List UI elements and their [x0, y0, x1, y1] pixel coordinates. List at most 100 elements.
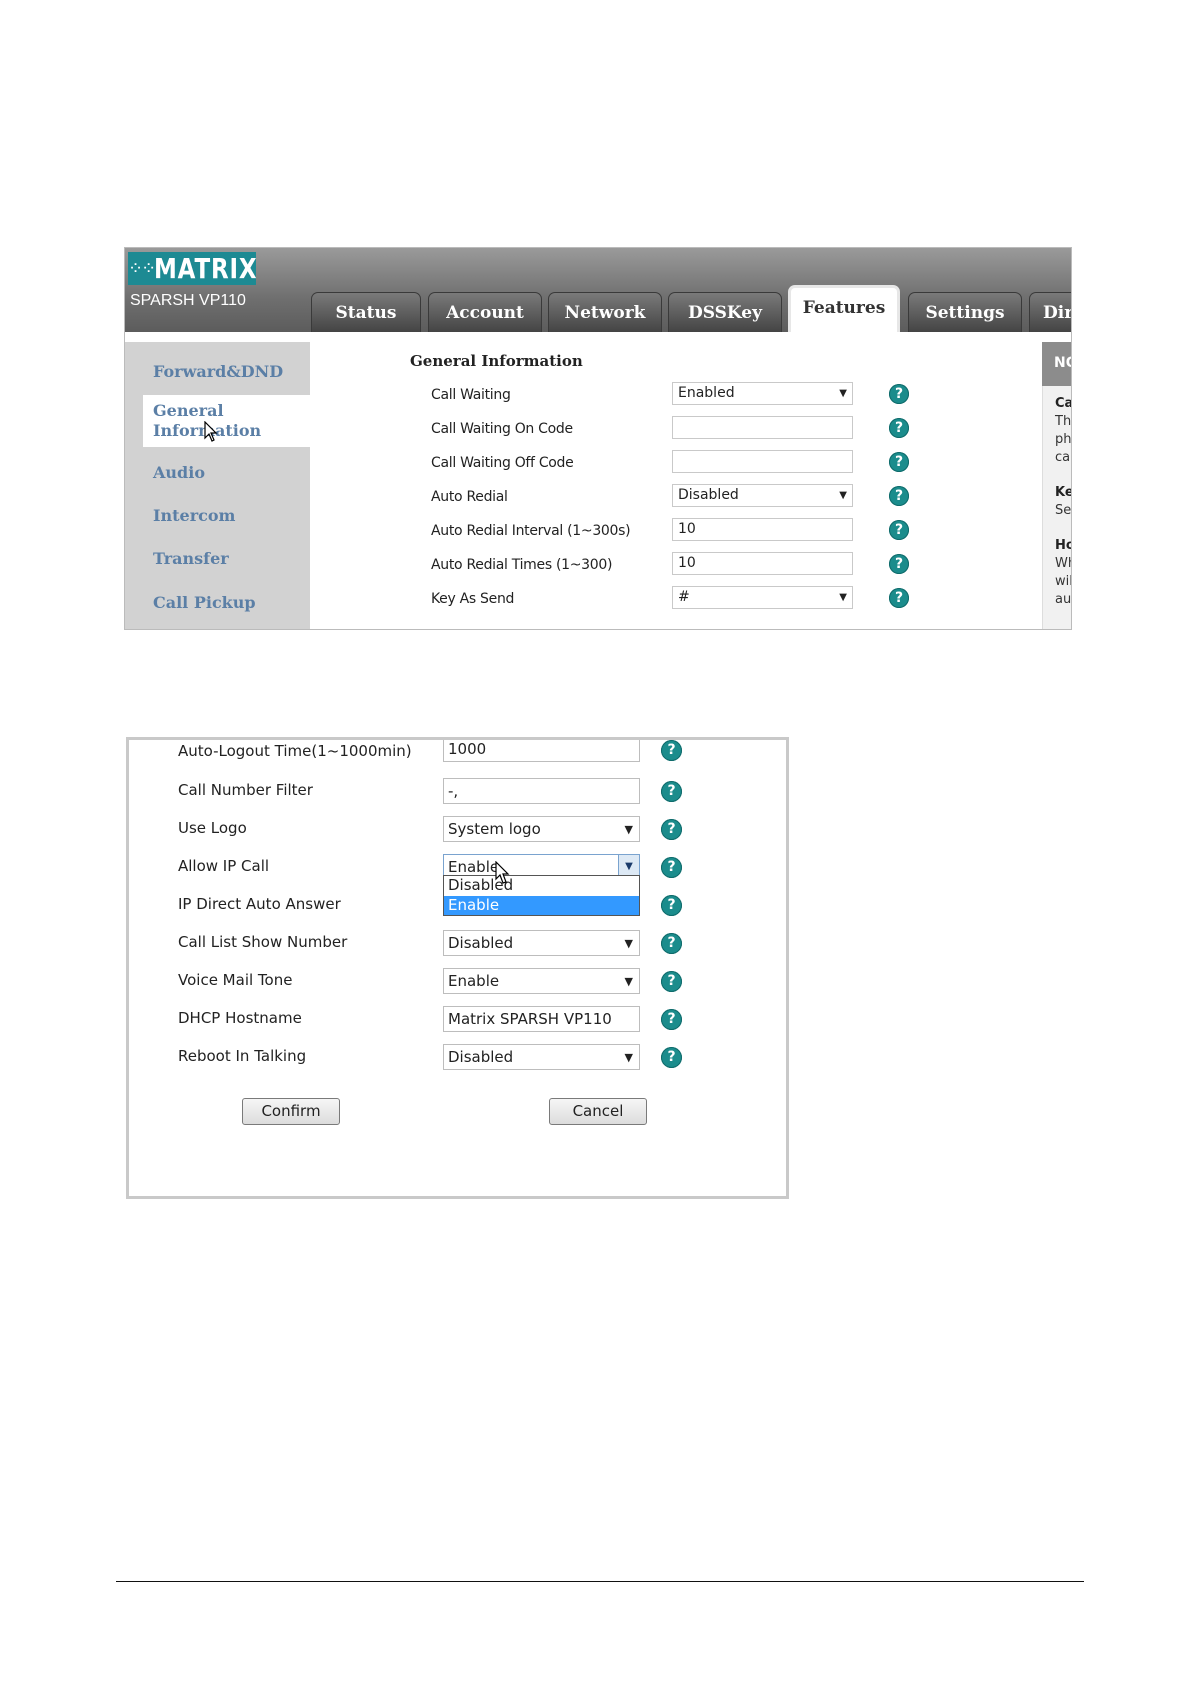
dropdown-option-disabled[interactable]: Disabled: [444, 876, 639, 895]
question-icon[interactable]: ?: [661, 819, 682, 840]
chevron-down-icon: ▼: [624, 937, 633, 950]
field-row-call-waiting: Call Waiting Enabled ▼ ?: [310, 382, 1000, 412]
web-ui-screenshot-general-information: ⁘⁘ MATRIX SPARSH VP110 Status Account Ne…: [124, 247, 1072, 630]
tab-features[interactable]: Features: [788, 285, 900, 332]
question-icon[interactable]: ?: [889, 418, 909, 438]
question-icon[interactable]: ?: [661, 740, 682, 761]
select-value: #: [678, 589, 690, 605]
call-list-show-number-select[interactable]: Disabled ▼: [443, 930, 640, 956]
note-text: will: [1055, 574, 1071, 589]
auto-redial-interval-input[interactable]: 10: [672, 518, 853, 541]
note-text: Sel: [1055, 503, 1072, 518]
field-label: Allow IP Call: [178, 857, 270, 875]
question-icon[interactable]: ?: [661, 1047, 682, 1068]
tab-account[interactable]: Account: [428, 292, 542, 332]
section-title: General Information: [410, 352, 583, 370]
note-text: Ho: [1055, 538, 1071, 553]
field-label: Auto Redial Interval (1~300s): [431, 523, 631, 539]
sidebar-item-general-information[interactable]: General Information: [143, 395, 310, 447]
field-label: Auto Redial: [431, 489, 508, 505]
key-as-send-select[interactable]: # ▼: [672, 586, 853, 609]
field-label: Auto Redial Times (1~300): [431, 557, 613, 573]
header-bar: ⁘⁘ MATRIX SPARSH VP110 Status Account Ne…: [125, 248, 1071, 332]
question-icon[interactable]: ?: [661, 933, 682, 954]
cancel-button[interactable]: Cancel: [549, 1098, 647, 1125]
chevron-down-icon: ▼: [839, 592, 847, 603]
field-label: Call Number Filter: [178, 781, 313, 799]
chevron-down-icon: ▼: [624, 823, 633, 836]
sidebar-item-label-line2: Information: [153, 421, 310, 441]
question-icon[interactable]: ?: [661, 781, 682, 802]
chevron-down-icon: ▼: [624, 975, 633, 988]
field-label: DHCP Hostname: [178, 1009, 302, 1027]
dropdown-option-enable[interactable]: Enable: [444, 896, 639, 915]
field-label: Call List Show Number: [178, 933, 348, 951]
auto-logout-time-input[interactable]: 1000: [443, 740, 640, 762]
tab-dsskey[interactable]: DSSKey: [668, 292, 782, 332]
field-row-use-logo: Use Logo System logo ▼ ?: [129, 816, 786, 854]
tab-directory[interactable]: Dir: [1029, 292, 1071, 332]
field-label: Call Waiting Off Code: [431, 455, 574, 471]
question-icon[interactable]: ?: [889, 384, 909, 404]
select-value: Enable: [448, 858, 500, 876]
call-waiting-off-code-input[interactable]: [672, 450, 853, 473]
chevron-down-icon: ▼: [839, 388, 847, 399]
field-row-call-list-show-number: Call List Show Number Disabled ▼ ?: [129, 930, 786, 968]
question-icon[interactable]: ?: [661, 971, 682, 992]
logo-dots-icon: ⁘⁘: [128, 258, 156, 279]
chevron-down-icon: ▼: [624, 1051, 633, 1064]
question-icon[interactable]: ?: [661, 1009, 682, 1030]
field-row-auto-logout-time: Auto-Logout Time(1~1000min) 1000 ?: [129, 740, 786, 778]
sidebar-item-transfer[interactable]: Transfer: [153, 549, 229, 568]
call-number-filter-input[interactable]: -,: [443, 778, 640, 804]
call-waiting-select[interactable]: Enabled ▼: [672, 382, 853, 405]
question-icon[interactable]: ?: [889, 588, 909, 608]
confirm-button[interactable]: Confirm: [242, 1098, 340, 1125]
web-ui-screenshot-general-information-continued: Auto-Logout Time(1~1000min) 1000 ? Call …: [126, 737, 789, 1199]
device-model: SPARSH VP110: [130, 292, 246, 309]
note-text: Cal: [1055, 396, 1071, 411]
question-icon[interactable]: ?: [661, 895, 682, 916]
sidebar-item-intercom[interactable]: Intercom: [153, 506, 235, 525]
select-value: Disabled: [448, 1048, 514, 1066]
field-row-call-number-filter: Call Number Filter -, ?: [129, 778, 786, 816]
note-text: call: [1055, 450, 1071, 465]
question-icon[interactable]: ?: [889, 486, 909, 506]
field-row-call-waiting-off-code: Call Waiting Off Code ?: [310, 450, 1000, 480]
field-row-voice-mail-tone: Voice Mail Tone Enable ▼ ?: [129, 968, 786, 1006]
field-row-dhcp-hostname: DHCP Hostname Matrix SPARSH VP110 ?: [129, 1006, 786, 1044]
note-text: aut: [1055, 592, 1072, 607]
sidebar-item-audio[interactable]: Audio: [153, 463, 205, 482]
main-tabs: Status Account Network DSSKey Features S…: [311, 248, 1071, 332]
field-row-auto-redial-interval: Auto Redial Interval (1~300s) 10 ?: [310, 518, 1000, 548]
call-waiting-on-code-input[interactable]: [672, 416, 853, 439]
field-label: Key As Send: [431, 591, 515, 607]
field-row-auto-redial: Auto Redial Disabled ▼ ?: [310, 484, 1000, 514]
question-icon[interactable]: ?: [889, 554, 909, 574]
auto-redial-times-input[interactable]: 10: [672, 552, 853, 575]
question-icon[interactable]: ?: [661, 857, 682, 878]
tab-status[interactable]: Status: [311, 292, 421, 332]
field-label: Call Waiting: [431, 387, 511, 403]
note-panel-header: NO: [1042, 342, 1071, 386]
matrix-logo: ⁘⁘ MATRIX: [128, 252, 257, 285]
reboot-in-talking-select[interactable]: Disabled ▼: [443, 1044, 640, 1070]
settings-content: General Information Call Waiting Enabled…: [310, 332, 1000, 629]
sidebar-item-label-line1: General: [153, 401, 224, 420]
dhcp-hostname-input[interactable]: Matrix SPARSH VP110: [443, 1006, 640, 1032]
feature-sidebar: Forward&DND General Information Audio In…: [125, 342, 310, 629]
note-text: pho: [1055, 432, 1072, 447]
use-logo-select[interactable]: System logo ▼: [443, 816, 640, 842]
sidebar-item-forward-dnd[interactable]: Forward&DND: [153, 362, 283, 381]
tab-settings[interactable]: Settings: [908, 292, 1022, 332]
select-value: Disabled: [678, 487, 739, 503]
field-label: Use Logo: [178, 819, 247, 837]
chevron-down-icon: ▼: [839, 490, 847, 501]
question-icon[interactable]: ?: [889, 452, 909, 472]
question-icon[interactable]: ?: [889, 520, 909, 540]
sidebar-item-call-pickup[interactable]: Call Pickup: [153, 593, 256, 612]
field-label: Auto-Logout Time(1~1000min): [178, 742, 412, 760]
auto-redial-select[interactable]: Disabled ▼: [672, 484, 853, 507]
tab-network[interactable]: Network: [548, 292, 662, 332]
voice-mail-tone-select[interactable]: Enable ▼: [443, 968, 640, 994]
